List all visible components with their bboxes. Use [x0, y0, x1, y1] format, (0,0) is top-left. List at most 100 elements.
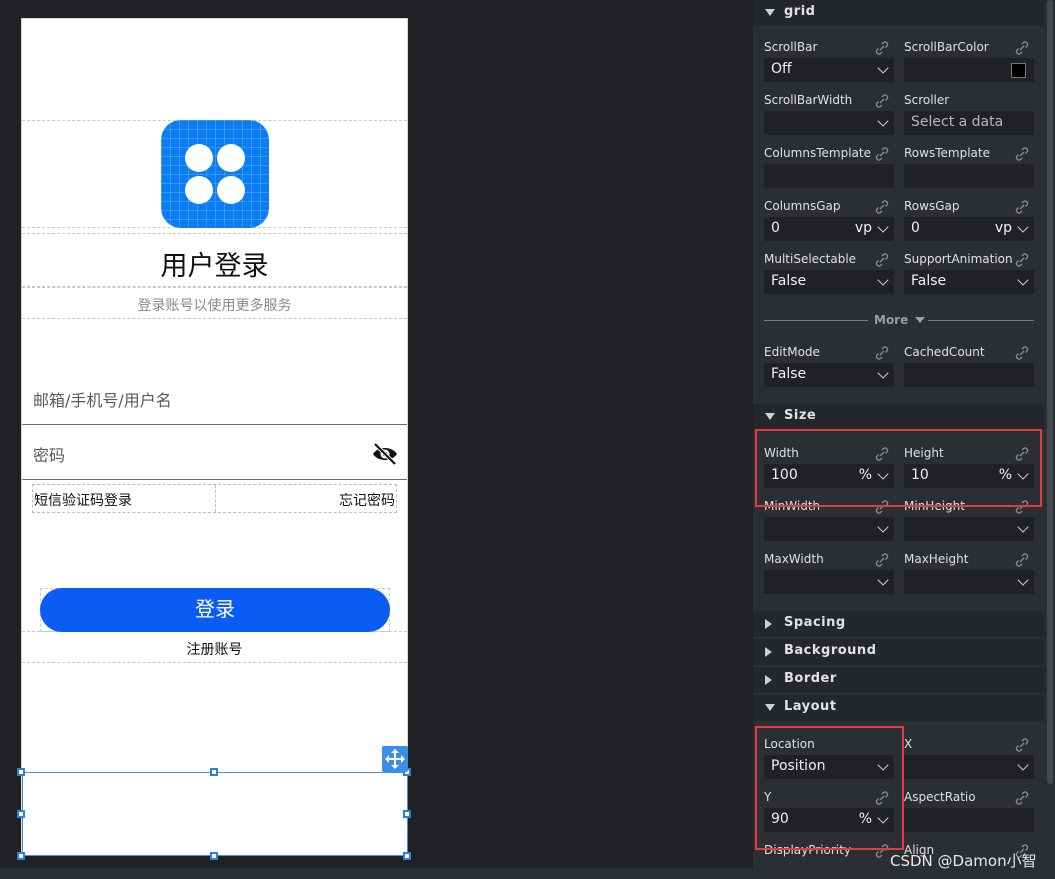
minheight-select[interactable] [904, 517, 1034, 541]
password-placeholder: 密码 [33, 446, 66, 465]
scroller-input[interactable]: Select a data [904, 111, 1034, 135]
minwidth-select[interactable] [764, 517, 894, 541]
watermark: CSDN @Damon小智 [890, 852, 1037, 870]
aspectratio-label: AspectRatio [904, 790, 976, 804]
eye-off-icon[interactable] [371, 442, 399, 466]
scrollbarcolor-input[interactable] [904, 58, 1034, 82]
link-icon[interactable] [875, 200, 889, 214]
supportanimation-label: SupportAnimation [904, 252, 1013, 266]
app-logo-icon [161, 120, 269, 228]
link-icon[interactable] [875, 346, 889, 360]
rowstemplate-label: RowsTemplate [904, 146, 990, 160]
columnstemplate-input[interactable] [764, 164, 894, 188]
move-icon[interactable] [382, 746, 408, 772]
rowsgap-input[interactable]: 0 vp [904, 217, 1034, 241]
link-icon[interactable] [1015, 346, 1029, 360]
chevron-right-icon [765, 647, 772, 657]
maxheight-label: MaxHeight [904, 552, 969, 566]
color-swatch[interactable] [1011, 63, 1026, 78]
link-icon[interactable] [875, 41, 889, 55]
link-icon[interactable] [1015, 553, 1029, 567]
more-line-right [928, 320, 1034, 321]
x-label: X [904, 737, 913, 751]
preview-canvas[interactable]: 用户登录 登录账号以使用更多服务 邮箱/手机号/用户名 密码 短信验证码登录 忘… [17, 18, 411, 860]
panel-scroll-thumb[interactable] [1047, 0, 1053, 784]
section-title: Background [784, 643, 877, 658]
section-background[interactable]: Background [753, 639, 1045, 665]
link-icon[interactable] [1015, 41, 1029, 55]
resize-handle[interactable] [403, 852, 411, 860]
rowstemplate-input[interactable] [904, 164, 1034, 188]
maxheight-select[interactable] [904, 570, 1034, 594]
more-label: More [874, 313, 909, 327]
username-input[interactable]: 邮箱/手机号/用户名 [22, 371, 407, 425]
resize-handle[interactable] [17, 810, 25, 818]
more-toggle[interactable]: More [764, 313, 1034, 327]
link-icon[interactable] [1015, 147, 1029, 161]
scrollbarwidth-label: ScrollBarWidth [764, 93, 853, 107]
forgot-password-link[interactable]: 忘记密码 [339, 490, 395, 510]
resize-handle[interactable] [17, 768, 25, 776]
page-subtitle: 登录账号以使用更多服务 [137, 298, 292, 314]
section-title: grid [784, 4, 816, 19]
link-icon[interactable] [1015, 253, 1029, 267]
supportanimation-select[interactable]: False [904, 270, 1034, 294]
x-select[interactable] [904, 755, 1034, 779]
resize-handle[interactable] [210, 852, 218, 860]
chevron-right-icon [765, 675, 772, 685]
chevron-down-icon [765, 704, 775, 711]
password-input[interactable]: 密码 [22, 426, 407, 480]
link-icon[interactable] [1015, 791, 1029, 805]
selected-component-box[interactable] [22, 772, 408, 856]
section-title: Border [784, 671, 837, 686]
size-highlight [755, 429, 1042, 507]
cachedcount-input[interactable] [904, 363, 1034, 387]
chevron-down-icon [765, 413, 775, 420]
login-options-row: 短信验证码登录 忘记密码 [32, 484, 397, 513]
logo-petal [185, 144, 213, 172]
aspectratio-input[interactable] [904, 808, 1034, 832]
register-link[interactable]: 注册账号 [22, 639, 407, 659]
rowsgap-label: RowsGap [904, 199, 960, 213]
section-title: Size [784, 408, 817, 423]
columnsgap-input[interactable]: 0 vp [764, 217, 894, 241]
editmode-label: EditMode [764, 345, 820, 359]
options-divider [215, 485, 216, 512]
scrollbar-label: ScrollBar [764, 40, 818, 54]
chevron-down-icon [765, 9, 775, 16]
section-size[interactable]: Size [753, 404, 1045, 430]
section-layout[interactable]: Layout [753, 695, 1045, 721]
chevron-down-icon [915, 317, 925, 323]
scrollbar-select[interactable]: Off [764, 58, 894, 82]
link-icon[interactable] [875, 147, 889, 161]
editmode-select[interactable]: False [764, 363, 894, 387]
scrollbarwidth-select[interactable] [764, 111, 894, 135]
login-button[interactable]: 登录 [40, 588, 390, 632]
link-icon[interactable] [1015, 738, 1029, 752]
section-spacing[interactable]: Spacing [753, 611, 1045, 637]
link-icon[interactable] [875, 253, 889, 267]
resize-handle[interactable] [17, 852, 25, 860]
resize-handle[interactable] [210, 768, 218, 776]
scrollbarcolor-label: ScrollBarColor [904, 40, 989, 54]
more-line-left [764, 320, 868, 321]
section-title: Spacing [784, 615, 846, 630]
section-title: Layout [784, 699, 837, 714]
multiselectable-select[interactable]: False [764, 270, 894, 294]
resize-handle[interactable] [403, 810, 411, 818]
columnsgap-label: ColumnsGap [764, 199, 841, 213]
link-icon[interactable] [875, 94, 889, 108]
maxwidth-label: MaxWidth [764, 552, 824, 566]
property-panel: grid ScrollBar Off ScrollBarColor Scroll… [753, 0, 1045, 868]
logo-petal [217, 176, 245, 204]
section-border[interactable]: Border [753, 667, 1045, 693]
section-grid[interactable]: grid [753, 0, 1045, 26]
maxwidth-select[interactable] [764, 570, 894, 594]
page-title: 用户登录 [160, 251, 269, 282]
logo-petal [217, 144, 245, 172]
link-icon[interactable] [1015, 200, 1029, 214]
logo-petal [185, 176, 213, 204]
link-icon[interactable] [875, 553, 889, 567]
scroller-label: Scroller [904, 93, 950, 107]
sms-login-link[interactable]: 短信验证码登录 [34, 490, 132, 510]
